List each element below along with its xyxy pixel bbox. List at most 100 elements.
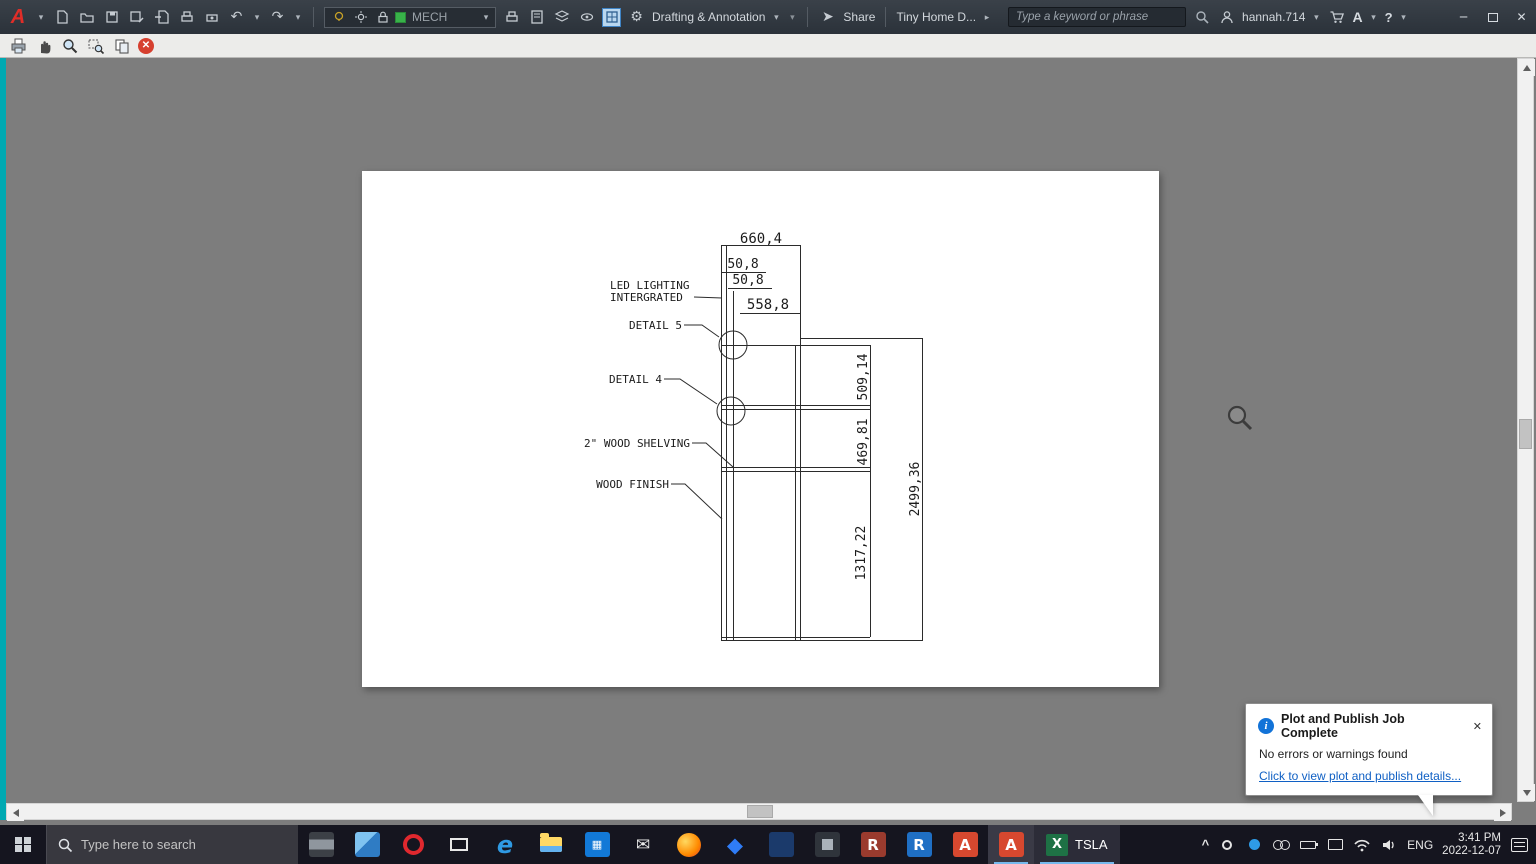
taskbar-search[interactable] <box>46 825 298 864</box>
divider <box>807 7 808 27</box>
user-icon[interactable] <box>1217 8 1236 27</box>
taskbar-app-movie[interactable] <box>298 825 344 864</box>
pan-icon[interactable] <box>34 36 54 56</box>
paper: 660,4 50,8 50,8 558,8 LED LIGHTING INTER… <box>362 171 1159 687</box>
horizontal-scroll-thumb[interactable] <box>747 805 773 818</box>
help-search-input[interactable] <box>1008 7 1186 27</box>
visibility-icon[interactable] <box>577 8 596 27</box>
hidden-icons-caret[interactable]: ^ <box>1202 837 1210 852</box>
layer-combo[interactable]: MECH ▾ <box>324 7 496 28</box>
user-caret-icon[interactable]: ▾ <box>1311 12 1321 23</box>
autocad-logo[interactable]: A <box>6 6 30 29</box>
new-icon[interactable] <box>52 8 71 27</box>
tray-wifi-icon[interactable] <box>1353 836 1371 854</box>
tray-volume-icon[interactable] <box>1380 836 1398 854</box>
help-icon[interactable]: ? <box>1385 10 1393 25</box>
taskbar-app-dark[interactable] <box>804 825 850 864</box>
tray-status-icon[interactable] <box>1245 836 1263 854</box>
language-indicator[interactable]: ENG <box>1407 838 1433 852</box>
taskbar-app-dropbox[interactable]: ◆ <box>712 825 758 864</box>
help-caret-icon[interactable]: ▾ <box>1399 12 1409 23</box>
taskbar-app-rvt-viewer[interactable]: R <box>896 825 942 864</box>
taskbar-app-blue[interactable] <box>758 825 804 864</box>
plot-notification: i Plot and Publish Job Complete ✕ No err… <box>1245 703 1493 796</box>
scroll-up-icon[interactable] <box>1518 59 1535 76</box>
taskbar-app-photos[interactable] <box>344 825 390 864</box>
taskbar-app-edge[interactable]: e <box>482 825 528 864</box>
zoom-window-icon[interactable] <box>86 36 106 56</box>
taskbar-window-excel-tsla[interactable]: X TSLA <box>1034 825 1120 864</box>
lock-icon <box>373 8 392 27</box>
tray-battery-icon[interactable] <box>1299 836 1317 854</box>
undo-icon[interactable]: ↶ <box>227 8 246 27</box>
taskbar-app-autodesk[interactable]: A <box>942 825 988 864</box>
vertical-scrollbar[interactable] <box>1517 58 1534 802</box>
scroll-left-icon[interactable] <box>7 804 24 821</box>
taskbar-app-store[interactable]: ▦ <box>574 825 620 864</box>
tray-record-icon[interactable] <box>1218 836 1236 854</box>
sun-icon <box>351 8 370 27</box>
action-center-icon[interactable] <box>1510 836 1528 854</box>
taskbar-app-autocad[interactable]: A <box>988 825 1034 864</box>
layer-caret-icon[interactable]: ▾ <box>481 12 491 23</box>
share-icon[interactable]: ➤ <box>818 8 837 27</box>
taskbar-search-input[interactable] <box>81 837 281 852</box>
start-button[interactable] <box>0 825 46 864</box>
sheet-icon[interactable] <box>527 8 546 27</box>
notification-link[interactable]: Click to view plot and publish details..… <box>1259 769 1461 783</box>
cart-icon[interactable] <box>1327 8 1346 27</box>
autodesk-caret-icon[interactable]: ▾ <box>1369 12 1379 23</box>
taskbar-app-file-explorer[interactable] <box>528 825 574 864</box>
maximize-icon[interactable] <box>1478 0 1507 34</box>
taskbar-app-firefox[interactable] <box>666 825 712 864</box>
save-as-icon[interactable] <box>127 8 146 27</box>
layers-icon[interactable] <box>552 8 571 27</box>
scroll-down-icon[interactable] <box>1518 784 1535 801</box>
tray-people-icon[interactable] <box>1272 836 1290 854</box>
autodesk-icon[interactable]: A <box>1352 9 1362 25</box>
horizontal-scrollbar[interactable] <box>6 803 1512 820</box>
task-view-button[interactable] <box>436 825 482 864</box>
taskbar-clock[interactable]: 3:41 PM 2022-12-07 <box>1442 832 1501 858</box>
scroll-right-icon[interactable] <box>1494 804 1511 821</box>
zoom-original-icon[interactable] <box>112 36 132 56</box>
dim-50-8-b: 50,8 <box>732 273 763 288</box>
app-menu-caret-icon[interactable]: ▾ <box>36 12 46 23</box>
gear-icon[interactable]: ⚙ <box>627 8 646 27</box>
save-icon[interactable] <box>102 8 121 27</box>
close-icon[interactable]: ✕ <box>1507 0 1536 34</box>
workspace-caret-icon[interactable]: ▾ <box>771 12 781 23</box>
plot-icon[interactable] <box>8 36 28 56</box>
label-finish: WOOD FINISH <box>596 478 669 491</box>
redo-caret-icon[interactable]: ▾ <box>293 12 303 23</box>
notification-close-icon[interactable]: ✕ <box>1469 720 1482 733</box>
windows-logo-icon <box>15 837 31 853</box>
taskbar-app-mail[interactable]: ✉ <box>620 825 666 864</box>
clock-date: 2022-12-07 <box>1442 845 1501 858</box>
window-controls: ─ ✕ <box>1449 0 1536 34</box>
undo-caret-icon[interactable]: ▾ <box>252 12 262 23</box>
workspace-label[interactable]: Drafting & Annotation <box>652 10 765 24</box>
redo-icon[interactable]: ↷ <box>268 8 287 27</box>
vertical-scroll-thumb[interactable] <box>1519 419 1532 449</box>
document-name[interactable]: Tiny Home D... <box>896 10 976 24</box>
zoom-icon[interactable] <box>60 36 80 56</box>
close-preview-icon[interactable]: ✕ <box>138 38 154 54</box>
plot-style-icon[interactable] <box>502 8 521 27</box>
open-folder-icon[interactable] <box>77 8 96 27</box>
toolbar-overflow-caret-icon[interactable]: ▾ <box>787 12 797 23</box>
export-icon[interactable] <box>152 8 171 27</box>
tray-display-icon[interactable] <box>1326 836 1344 854</box>
minimize-icon[interactable]: ─ <box>1449 0 1478 34</box>
taskbar-app-opera[interactable] <box>390 825 436 864</box>
share-label[interactable]: Share <box>843 10 875 24</box>
search-icon[interactable] <box>1192 8 1211 27</box>
document-expand-icon[interactable]: ▸ <box>982 12 992 23</box>
selected-tool-icon[interactable] <box>602 8 621 27</box>
layer-color-swatch <box>395 12 406 23</box>
taskbar-app-revit[interactable]: R <box>850 825 896 864</box>
username[interactable]: hannah.714 <box>1242 10 1305 24</box>
print-preview-icon[interactable] <box>202 8 221 27</box>
plot-icon[interactable] <box>177 8 196 27</box>
bulb-icon <box>329 8 348 27</box>
